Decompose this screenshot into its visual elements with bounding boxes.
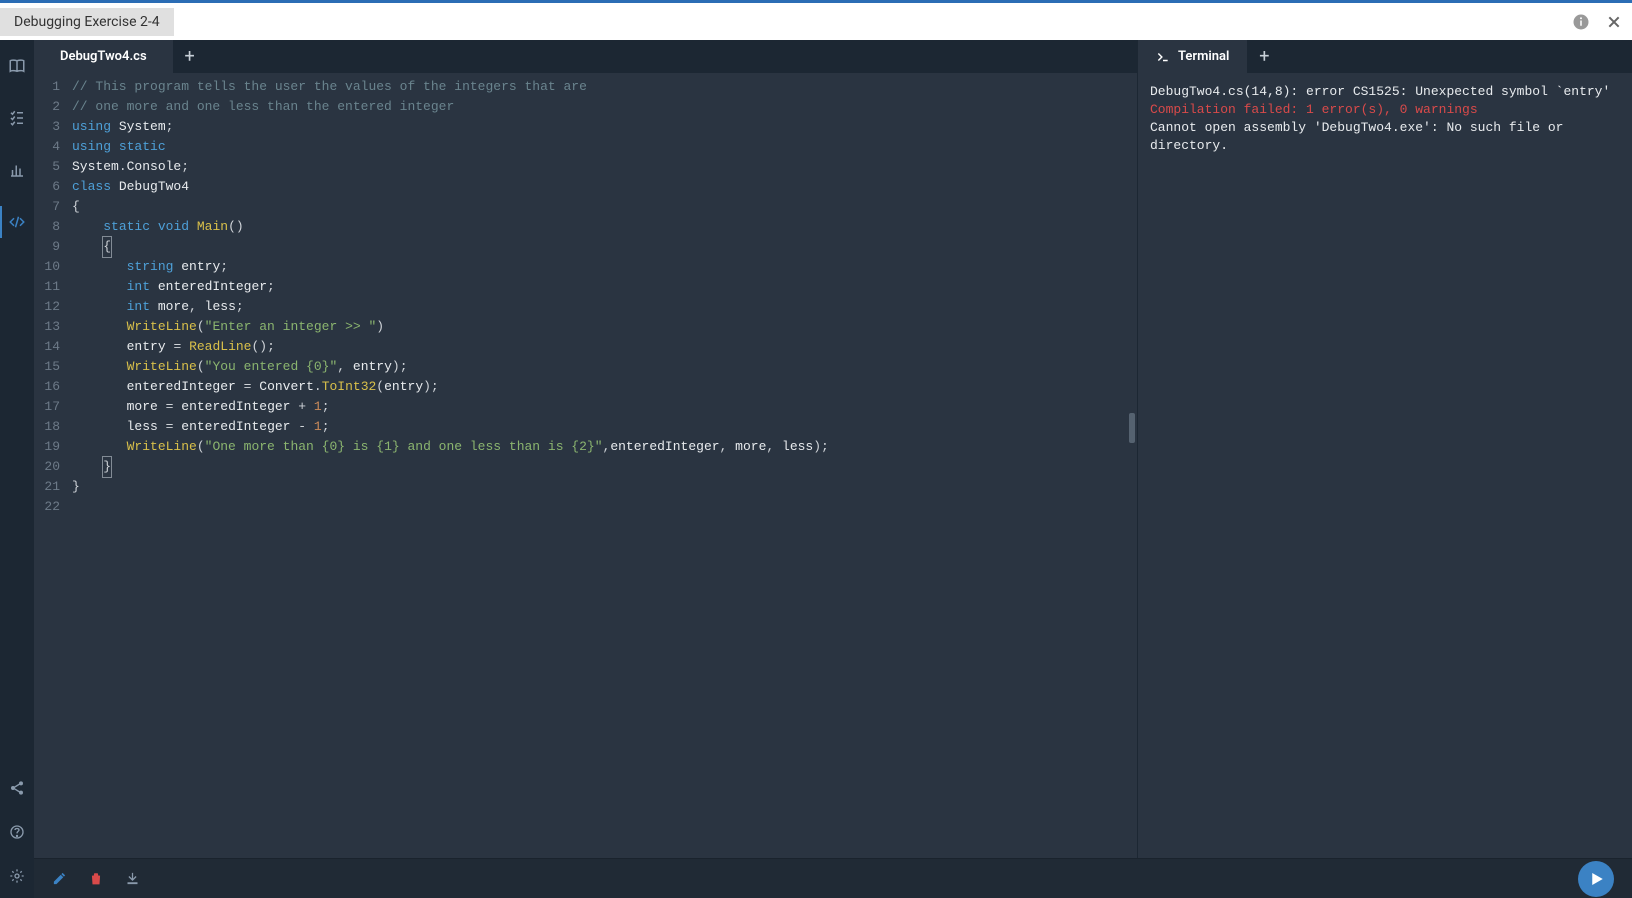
code-line[interactable]: } — [68, 477, 1137, 497]
line-number: 21 — [38, 477, 60, 497]
code-line[interactable]: { — [68, 197, 1137, 217]
edit-icon[interactable] — [52, 871, 67, 886]
code-line[interactable]: } — [68, 457, 1137, 477]
code-line[interactable]: entry = ReadLine(); — [68, 337, 1137, 357]
code-line[interactable]: WriteLine("Enter an integer >> ") — [68, 317, 1137, 337]
code-icon[interactable] — [7, 212, 27, 232]
line-number: 12 — [38, 297, 60, 317]
line-number: 14 — [38, 337, 60, 357]
book-icon[interactable] — [7, 56, 27, 76]
gear-icon[interactable] — [7, 866, 27, 886]
editor-pane: DebugTwo4.cs + 1234567891011121314151617… — [34, 40, 1137, 858]
line-number: 2 — [38, 97, 60, 117]
terminal-pane: Terminal + DebugTwo4.cs(14,8): error CS1… — [1137, 40, 1632, 858]
line-number: 18 — [38, 417, 60, 437]
code-line[interactable]: enteredInteger = Convert.ToInt32(entry); — [68, 377, 1137, 397]
line-number: 6 — [38, 177, 60, 197]
line-number: 7 — [38, 197, 60, 217]
add-tab-button[interactable]: + — [173, 40, 207, 73]
code-line[interactable]: WriteLine("One more than {0} is {1} and … — [68, 437, 1137, 457]
code-line[interactable]: static void Main() — [68, 217, 1137, 237]
code-line[interactable]: { — [68, 237, 1137, 257]
code-line[interactable]: // This program tells the user the value… — [68, 77, 1137, 97]
code-line[interactable]: int more, less; — [68, 297, 1137, 317]
checklist-icon[interactable] — [7, 108, 27, 128]
code-line[interactable]: using static — [68, 137, 1137, 157]
scrollbar-thumb[interactable] — [1129, 413, 1135, 443]
line-number: 11 — [38, 277, 60, 297]
code-line[interactable]: using System; — [68, 117, 1137, 137]
line-number: 15 — [38, 357, 60, 377]
terminal-line: Compilation failed: 1 error(s), 0 warnin… — [1150, 101, 1620, 119]
code-line[interactable]: string entry; — [68, 257, 1137, 277]
run-button[interactable] — [1578, 861, 1614, 897]
terminal-icon — [1156, 50, 1170, 64]
terminal-line: DebugTwo4.cs(14,8): error CS1525: Unexpe… — [1150, 83, 1620, 101]
line-number: 4 — [38, 137, 60, 157]
close-icon[interactable] — [1606, 14, 1622, 30]
title-bar: Debugging Exercise 2-4 — [0, 0, 1632, 40]
line-number: 10 — [38, 257, 60, 277]
line-number: 3 — [38, 117, 60, 137]
code-line[interactable] — [68, 497, 1137, 517]
line-number: 17 — [38, 397, 60, 417]
download-icon[interactable] — [125, 871, 140, 886]
terminal-output[interactable]: DebugTwo4.cs(14,8): error CS1525: Unexpe… — [1138, 73, 1632, 858]
line-number: 1 — [38, 77, 60, 97]
page-title: Debugging Exercise 2-4 — [0, 8, 174, 36]
code-line[interactable]: System.Console; — [68, 157, 1137, 177]
line-number: 19 — [38, 437, 60, 457]
chart-icon[interactable] — [7, 160, 27, 180]
terminal-tab-bar: Terminal + — [1138, 40, 1632, 73]
add-terminal-button[interactable]: + — [1247, 40, 1281, 73]
code-editor[interactable]: 12345678910111213141516171819202122 // T… — [34, 73, 1137, 858]
help-icon[interactable] — [7, 822, 27, 842]
terminal-tab-label: Terminal — [1178, 49, 1229, 64]
code-line[interactable]: class DebugTwo4 — [68, 177, 1137, 197]
activity-bar — [0, 40, 34, 898]
line-number: 8 — [38, 217, 60, 237]
line-number: 9 — [38, 237, 60, 257]
line-gutter: 12345678910111213141516171819202122 — [34, 73, 68, 858]
code-line[interactable]: WriteLine("You entered {0}", entry); — [68, 357, 1137, 377]
line-number: 20 — [38, 457, 60, 477]
info-icon[interactable] — [1572, 13, 1590, 31]
code-line[interactable]: // one more and one less than the entere… — [68, 97, 1137, 117]
bottom-toolbar — [34, 858, 1632, 898]
share-icon[interactable] — [7, 778, 27, 798]
code-line[interactable]: int enteredInteger; — [68, 277, 1137, 297]
line-number: 16 — [38, 377, 60, 397]
line-number: 5 — [38, 157, 60, 177]
line-number: 13 — [38, 317, 60, 337]
tab-terminal[interactable]: Terminal — [1138, 40, 1247, 73]
terminal-line: Cannot open assembly 'DebugTwo4.exe': No… — [1150, 119, 1620, 155]
editor-tab-bar: DebugTwo4.cs + — [34, 40, 1137, 73]
tab-file[interactable]: DebugTwo4.cs — [34, 40, 173, 73]
line-number: 22 — [38, 497, 60, 517]
code-content[interactable]: // This program tells the user the value… — [68, 73, 1137, 858]
trash-icon[interactable] — [89, 871, 103, 886]
code-line[interactable]: more = enteredInteger + 1; — [68, 397, 1137, 417]
code-line[interactable]: less = enteredInteger - 1; — [68, 417, 1137, 437]
